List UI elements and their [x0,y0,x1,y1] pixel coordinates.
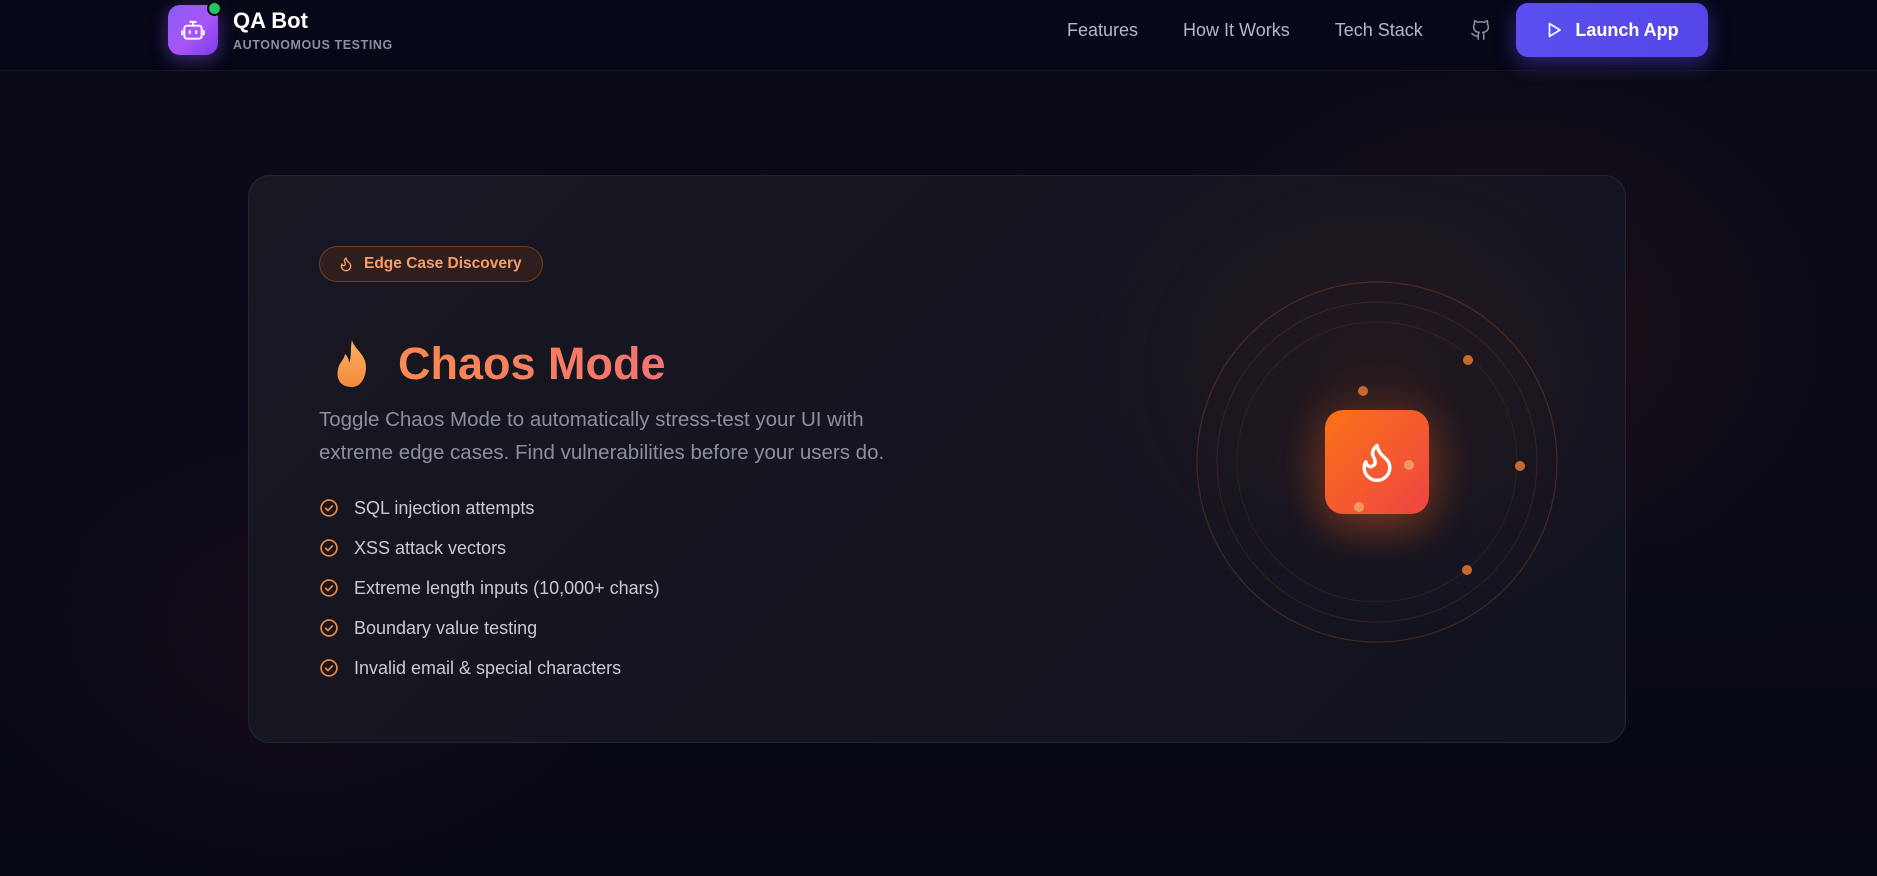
list-item-label: Invalid email & special characters [354,657,622,678]
brand-name: QA Bot [233,8,308,33]
edge-case-badge: Edge Case Discovery [319,246,543,282]
list-item-label: Boundary value testing [354,617,538,638]
badge-label: Edge Case Discovery [364,255,522,272]
nav-links: Features How It Works Tech Stack [1067,18,1468,42]
flame-icon [1362,443,1392,483]
orbit-particle [1463,355,1473,365]
chaos-mode-tile [1325,410,1429,514]
feature-title: Chaos Mode [398,336,666,392]
play-icon [1549,22,1562,38]
list-item: Extreme length inputs (10,000+ chars) [319,568,660,608]
list-item: SQL injection attempts [319,488,660,528]
fire-emoji-icon [337,340,366,388]
check-circle-icon [320,659,338,677]
launch-app-button[interactable]: Launch App [1516,3,1708,57]
check-circle-icon [320,619,338,637]
github-icon[interactable] [1470,19,1492,41]
list-item-label: Extreme length inputs (10,000+ chars) [354,577,660,598]
brand-text: QA Bot AUTONOMOUS TESTING [233,8,393,52]
orbit-particle [1462,565,1472,575]
launch-app-label: Launch App [1575,19,1679,40]
flame-icon [340,257,352,272]
brand-logo [168,1,222,55]
check-circle-icon [320,499,338,517]
feature-description: Toggle Chaos Mode to automatically stres… [319,407,885,464]
list-item-label: SQL injection attempts [354,497,535,518]
list-item-label: XSS attack vectors [354,537,507,558]
brand[interactable]: QA Bot AUTONOMOUS TESTING [168,1,393,55]
nav-link-how-it-works[interactable]: How It Works [1183,18,1290,42]
list-item: Boundary value testing [319,608,660,648]
check-circle-icon [320,539,338,557]
nav-link-tech-stack[interactable]: Tech Stack [1335,18,1423,42]
online-status-dot [207,1,222,16]
list-item: Invalid email & special characters [319,648,660,688]
robot-icon [181,20,205,40]
chaos-mode-card: Edge Case Discovery Chaos Mode Toggle Ch… [248,175,1626,743]
check-circle-icon [320,579,338,597]
list-item: XSS attack vectors [319,528,660,568]
orbit-particle [1358,386,1368,396]
brand-tagline: AUTONOMOUS TESTING [233,38,393,52]
top-nav: QA Bot AUTONOMOUS TESTING Features How I… [0,0,1877,71]
orbit-particle [1515,461,1525,471]
nav-link-features[interactable]: Features [1067,18,1138,42]
chaos-orbit-visual [1195,280,1559,644]
feature-list: SQL injection attempts XSS attack vector… [319,488,660,688]
